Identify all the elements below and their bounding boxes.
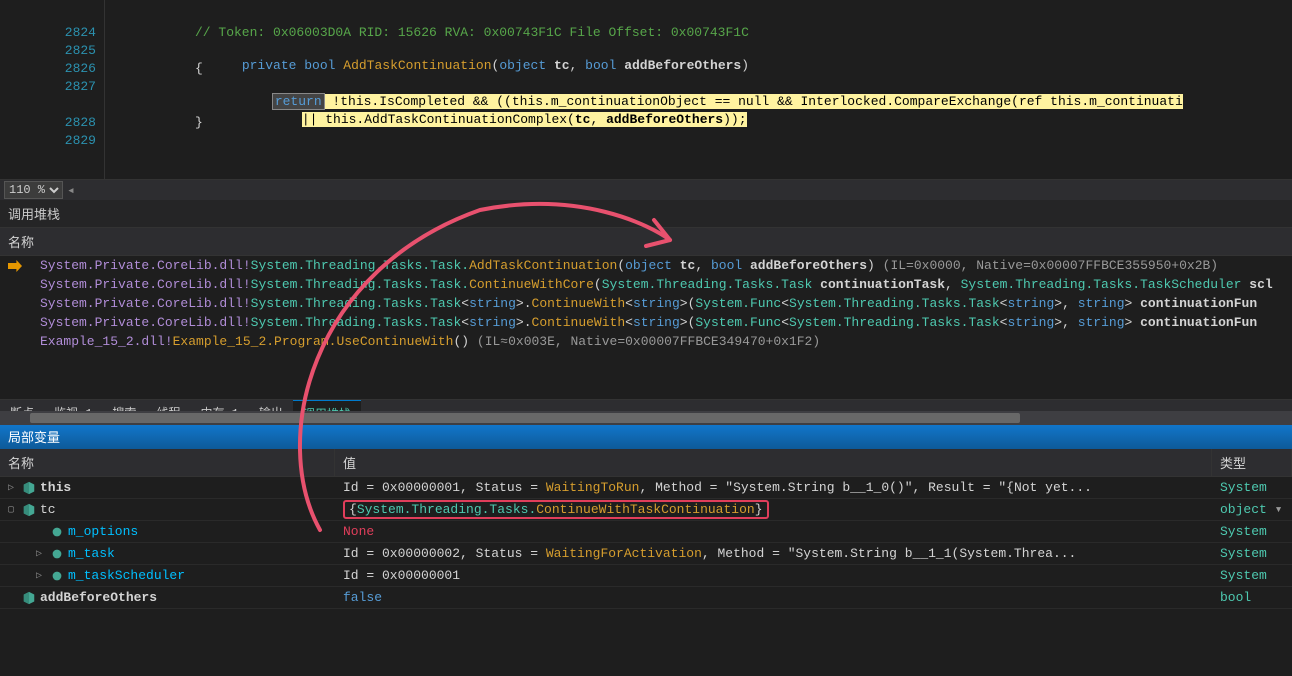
var-type: bool <box>1212 590 1292 605</box>
locals-row[interactable]: ▷ this Id = 0x00000001, Status = WaitingTo… <box>0 477 1292 499</box>
locals-row[interactable]: ▢ tc {System.Threading.Tasks.ContinueWithT… <box>0 499 1292 521</box>
field-icon <box>50 547 64 561</box>
expander-icon[interactable]: ▷ <box>36 570 46 582</box>
locals-title: 局部变量 <box>0 424 1292 449</box>
var-name: tc <box>40 502 56 517</box>
field-icon <box>50 569 64 583</box>
horizontal-scrollbar[interactable] <box>0 411 1292 425</box>
var-value: {System.Threading.Tasks.ContinueWithTask… <box>335 500 1212 519</box>
locals-row[interactable]: ▷ m_taskScheduler Id = 0x00000001System <box>0 565 1292 587</box>
locals-body: ▷ this Id = 0x00000001, Status = WaitingTo… <box>0 477 1292 609</box>
callstack-rows[interactable]: System.Private.CoreLib.dll!System.Thread… <box>0 256 1292 411</box>
var-name: m_taskScheduler <box>68 568 185 583</box>
callstack-header[interactable]: 名称 <box>0 228 1292 256</box>
callstack-panel: 调用堆栈 名称 System.Private.CoreLib.dll!Syste… <box>0 200 1292 400</box>
callstack-title: 调用堆栈 <box>0 200 1292 228</box>
expander-icon[interactable]: ▢ <box>8 504 18 516</box>
var-name: m_task <box>68 546 115 561</box>
var-value: Id = 0x00000001, Status = WaitingToRun, … <box>335 480 1212 495</box>
callstack-row[interactable]: System.Private.CoreLib.dll!System.Thread… <box>0 313 1292 332</box>
zoom-bar: 110 % ◂ <box>0 180 1292 200</box>
locals-row[interactable]: m_options NoneSystem <box>0 521 1292 543</box>
code-comment: // Token: 0x06003D0A RID: 15626 RVA: 0x0… <box>125 25 749 40</box>
return-keyword: return <box>272 93 325 110</box>
col-name-header[interactable]: 名称 <box>0 449 335 476</box>
callstack-row[interactable]: Example_15_2.dll!Example_15_2.Program.Us… <box>0 332 1292 351</box>
object-cube-icon <box>22 591 36 605</box>
col-value-header[interactable]: 值 <box>335 449 1212 476</box>
chevron-left-icon[interactable]: ◂ <box>67 183 75 198</box>
line-number: 2826 <box>0 61 104 79</box>
callstack-row[interactable]: System.Private.CoreLib.dll!System.Thread… <box>0 256 1292 275</box>
gutter: 2824 2825 2826 2827 2828 2829 <box>0 0 105 179</box>
code-editor: 2824 2825 2826 2827 2828 2829 // Token: … <box>0 0 1292 180</box>
line-number: 2825 <box>0 43 104 61</box>
var-type: System <box>1212 568 1292 583</box>
locals-header: 名称 值 类型 <box>0 449 1292 477</box>
locals-row[interactable]: ▷ m_task Id = 0x00000002, Status = Waiting… <box>0 543 1292 565</box>
locals-panel: 局部变量 名称 值 类型 ▷ this Id = 0x00000001, Statu… <box>0 424 1292 609</box>
var-type: System <box>1212 480 1292 495</box>
callstack-row[interactable]: System.Private.CoreLib.dll!System.Thread… <box>0 294 1292 313</box>
var-type: System <box>1212 524 1292 539</box>
expander-icon[interactable]: ▷ <box>36 548 46 560</box>
code-area[interactable]: // Token: 0x06003D0A RID: 15626 RVA: 0x0… <box>105 0 1292 179</box>
line-number: 2824 <box>0 25 104 43</box>
line-number: 2828 <box>0 115 104 133</box>
var-value: Id = 0x00000001 <box>335 568 1212 583</box>
col-type-header[interactable]: 类型 <box>1212 449 1292 476</box>
line-number: 2827 <box>0 79 104 97</box>
callstack-row[interactable]: System.Private.CoreLib.dll!System.Thread… <box>0 275 1292 294</box>
var-value: Id = 0x00000002, Status = WaitingForActi… <box>335 546 1212 561</box>
var-type: System <box>1212 546 1292 561</box>
locals-row[interactable]: addBeforeOthers falsebool <box>0 587 1292 609</box>
var-value: false <box>335 590 1212 605</box>
object-cube-icon <box>22 481 36 495</box>
var-name: this <box>40 480 71 495</box>
object-cube-icon <box>22 503 36 517</box>
field-icon <box>50 525 64 539</box>
var-type: object ▾ <box>1212 502 1292 517</box>
line-number: 2829 <box>0 133 104 151</box>
var-name: m_options <box>68 524 138 539</box>
var-name: addBeforeOthers <box>40 590 157 605</box>
var-value: None <box>335 524 1212 539</box>
expander-icon[interactable]: ▷ <box>8 482 18 494</box>
current-frame-arrow-icon <box>8 260 22 272</box>
zoom-select[interactable]: 110 % <box>4 181 63 199</box>
